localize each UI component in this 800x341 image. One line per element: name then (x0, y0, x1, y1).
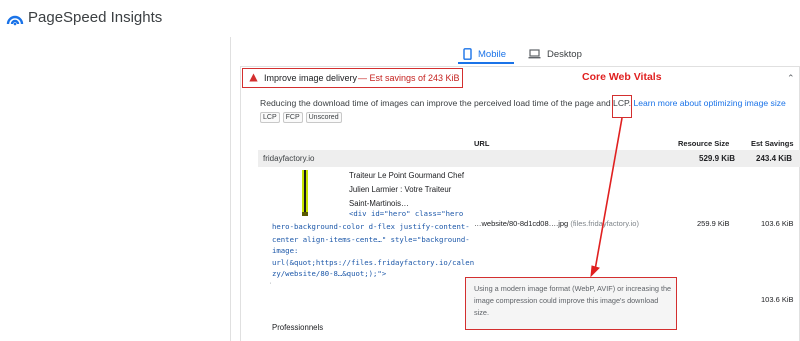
tab-mobile-label: Mobile (478, 48, 506, 60)
badge-fcp[interactable]: FCP (282, 112, 303, 123)
chevron-up-icon[interactable]: ⌃ (787, 73, 795, 84)
active-tab-indicator (458, 62, 514, 64)
tab-mobile[interactable]: Mobile (463, 44, 506, 64)
app-title: PageSpeed Insights (28, 9, 163, 26)
element-thumbnail-base (302, 212, 308, 216)
sub-item-savings: 103.6 KiB (761, 295, 794, 304)
metric-badges: LCP FCP Unscored (260, 112, 342, 123)
column-header-savings: Est Savings (751, 139, 794, 148)
resource-size: 259.9 KiB (697, 219, 730, 228)
resource-savings: 103.6 KiB (761, 219, 794, 228)
badge-lcp[interactable]: LCP (260, 112, 280, 123)
pane-divider (230, 37, 231, 341)
group-savings: 243.4 KiB (756, 154, 793, 163)
code-line: image: (272, 246, 299, 255)
description-text: Reducing the download time of images can… (260, 98, 632, 108)
code-line: center align-items-cente…" style="backgr… (272, 235, 470, 244)
tab-desktop-label: Desktop (547, 48, 582, 60)
column-header-size: Resource Size (678, 139, 730, 148)
laptop-icon (528, 49, 541, 59)
learn-more-link[interactable]: Learn more about optimizing image size (633, 98, 785, 108)
node-label-line: Traiteur Le Point Gourmand Chef (349, 171, 464, 180)
code-line: url(&quot;https://files.fridayfactory.io… (272, 258, 475, 267)
resource-url-path: …website/80-8d1cd08….jpg (474, 219, 569, 228)
resource-url-host: (files.fridayfactory.io) (570, 219, 639, 228)
code-line: <div id="hero" class="hero (349, 209, 464, 218)
audit-title: Improve image delivery (264, 73, 358, 83)
audit-description: Reducing the download time of images can… (260, 98, 786, 108)
node-label-line: Julien Larmier : Votre Traiteur (349, 185, 452, 194)
code-line: hero-background-color d-flex justify-con… (272, 222, 470, 231)
column-header-url: URL (474, 139, 490, 148)
code-line: zy/website/80-8…&quot;);"> (272, 269, 387, 278)
lcp-highlight-box (612, 95, 632, 118)
resource-url[interactable]: …website/80-8d1cd08….jpg (files.fridayfa… (474, 219, 639, 228)
badge-unscored: Unscored (305, 112, 342, 123)
audit-savings: — Est savings of 243 KiB (358, 73, 460, 83)
element-thumbnail (302, 170, 308, 212)
next-node-label: Professionnels (272, 323, 324, 332)
pagespeed-logo-icon (6, 15, 24, 26)
row-marker: ' (270, 283, 272, 289)
group-size: 529.9 KiB (699, 154, 736, 163)
core-web-vitals-annotation: Core Web Vitals (582, 71, 662, 83)
node-label: Traiteur Le Point Gourmand Chef Julien L… (349, 169, 469, 211)
phone-icon (463, 48, 472, 60)
tab-desktop[interactable]: Desktop (528, 44, 582, 64)
warning-triangle-icon (249, 73, 258, 82)
group-name: fridayfactory.io (263, 154, 315, 163)
sub-item-tip: Using a modern image format (WebP, AVIF)… (474, 284, 672, 317)
